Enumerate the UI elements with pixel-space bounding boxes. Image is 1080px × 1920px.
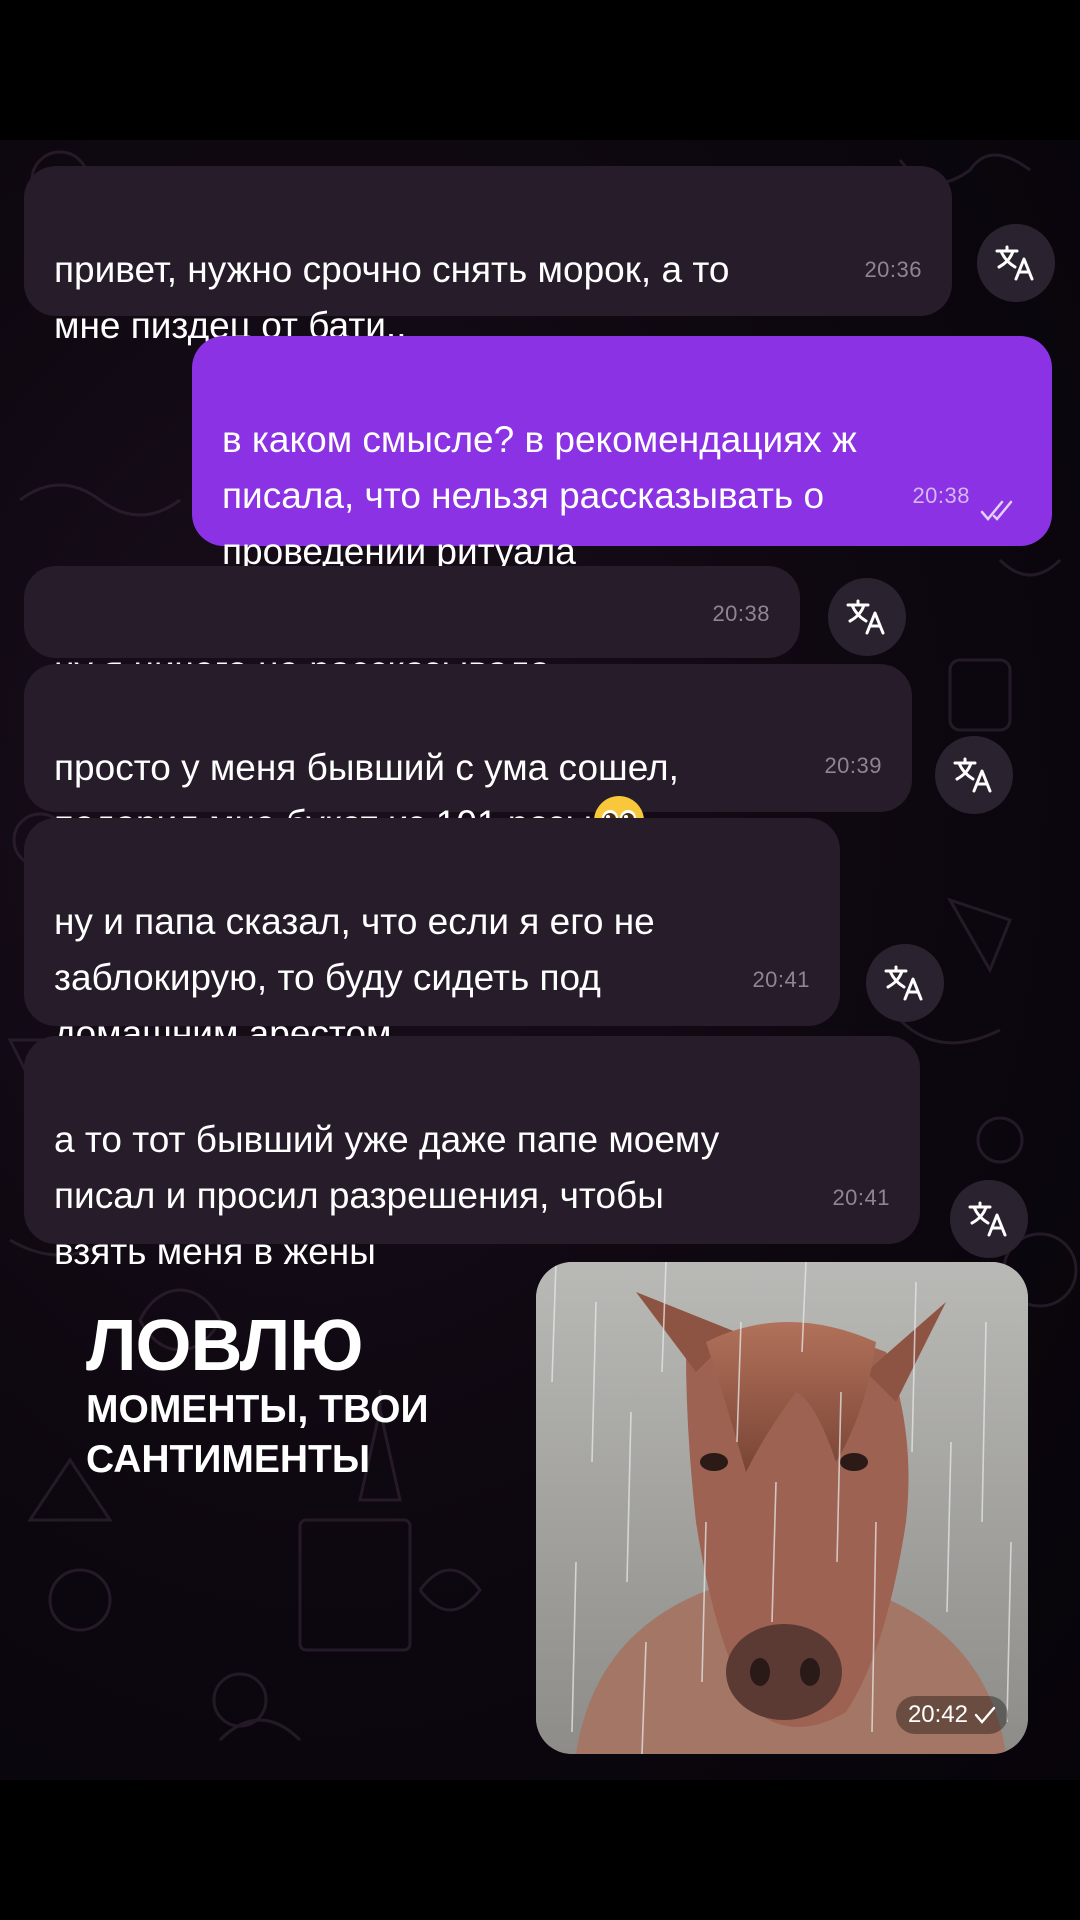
outgoing-message-bubble[interactable]: в каком смысле? в рекомендациях ж писала… [192, 336, 1052, 572]
message-time: 20:39 [824, 753, 882, 778]
message-time: 20:41 [832, 1185, 890, 1210]
translate-icon [846, 599, 885, 635]
photo-message[interactable]: 20:42 [536, 1262, 1028, 1754]
incoming-message-bubble[interactable]: ну я ничего не рассказывала 20:38 [24, 566, 800, 690]
incoming-message-bubble[interactable]: а то тот бывший уже даже папе моему писа… [24, 1036, 920, 1272]
single-check-icon [974, 1706, 996, 1724]
incoming-message-bubble[interactable]: просто у меня бывший с ума сошел, подари… [24, 664, 912, 846]
translate-button[interactable] [866, 944, 944, 1022]
message-time: 20:41 [752, 967, 810, 992]
message-time: 20:38 [712, 601, 770, 626]
incoming-message-bubble[interactable]: ну и папа сказал, что если я его не забл… [24, 818, 840, 1054]
overlay-caption-line2: МОМЕНТЫ, ТВОИ [86, 1388, 429, 1431]
incoming-message-bubble[interactable]: привет, нужно срочно снять морок, а то м… [24, 166, 952, 346]
overlay-caption-line3: САНТИМЕНТЫ [86, 1438, 371, 1481]
photo-time: 20:42 [907, 1701, 968, 1728]
translate-icon [884, 965, 923, 1001]
photo-time-badge: 20:42 [895, 1696, 1008, 1734]
horse-in-rain-image [536, 1262, 1028, 1754]
message-time: 20:36 [864, 257, 922, 282]
overlay-caption: ЛОВЛЮ МОМЕНТЫ, ТВОИ САНТИМЕНТЫ [86, 1310, 429, 1482]
message-time: 20:38 [912, 483, 970, 508]
double-check-icon [980, 500, 1013, 521]
translate-icon [968, 1201, 1007, 1237]
translate-button[interactable] [935, 736, 1013, 814]
overlay-caption-line1: ЛОВЛЮ [86, 1306, 363, 1386]
translate-icon [995, 245, 1034, 281]
translate-icon [953, 757, 992, 793]
translate-button[interactable] [828, 578, 906, 656]
translate-button[interactable] [977, 224, 1055, 302]
translate-button[interactable] [950, 1180, 1028, 1258]
